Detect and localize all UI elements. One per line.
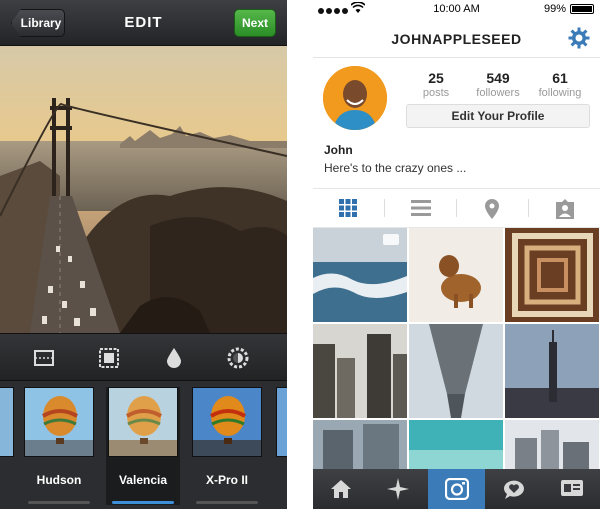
avatar[interactable]: [323, 66, 387, 130]
grid-photo[interactable]: [505, 324, 599, 418]
grid-photo[interactable]: [313, 228, 407, 322]
map-pin-icon: [485, 199, 499, 219]
photo-grid: [313, 228, 600, 469]
grid-photo[interactable]: [409, 228, 503, 322]
balloon-thumbnail: [192, 387, 262, 457]
edit-photo-preview: [0, 46, 287, 333]
home-tab[interactable]: [313, 469, 370, 509]
edit-nav-bar: Library EDIT Next: [0, 0, 287, 46]
grid-view-tab[interactable]: [313, 189, 384, 227]
battery-percent: 99%: [543, 3, 566, 15]
tilt-shift-icon[interactable]: [162, 346, 186, 370]
filter-strip: Hudson Valencia X-Pro II: [0, 381, 287, 509]
edit-profile-button[interactable]: Edit Your Profile: [406, 104, 590, 128]
grid-photo[interactable]: [409, 324, 503, 418]
profile-view-tabs: [313, 188, 600, 228]
activity-tab[interactable]: [485, 469, 542, 509]
filter-hudson[interactable]: Hudson: [22, 387, 96, 505]
filter-valencia[interactable]: Valencia: [106, 387, 180, 505]
profile-bio: Here's to the crazy ones ...: [324, 161, 467, 175]
stat-label: followers: [476, 87, 520, 99]
stat-label: posts: [422, 87, 450, 99]
balloon-thumbnail: [24, 387, 94, 457]
list-view-tab[interactable]: [385, 189, 456, 227]
grid-icon: [339, 199, 357, 217]
filter-indicator: [196, 501, 258, 504]
filter-partial[interactable]: [0, 387, 16, 505]
status-bar: 10:00 AM 99%: [313, 0, 600, 18]
filter-thumbnail: [276, 387, 287, 457]
stat-value: 549: [486, 70, 510, 86]
explore-icon: [387, 478, 409, 500]
lux-icon[interactable]: [226, 346, 250, 370]
filter-label: Valencia: [118, 473, 168, 487]
camera-icon: [445, 478, 469, 500]
border-icon[interactable]: [97, 346, 121, 370]
filter-partial[interactable]: [274, 387, 287, 505]
photos-of-you-tab[interactable]: [529, 189, 600, 227]
battery-icon: [570, 4, 594, 14]
edit-screen: Library EDIT Next Hudson Valencia X-Pro …: [0, 0, 287, 509]
explore-tab[interactable]: [370, 469, 427, 509]
stat-value: 25: [428, 70, 444, 86]
list-icon: [411, 200, 431, 216]
next-button[interactable]: Next: [234, 9, 276, 37]
followers-stat[interactable]: 549 followers: [467, 70, 529, 99]
following-stat[interactable]: 61 following: [529, 70, 591, 99]
filter-label: Hudson: [36, 473, 82, 487]
filter-label: X-Pro II: [205, 473, 248, 487]
stat-value: 61: [552, 70, 568, 86]
profile-username: JOHNAPPLESEED: [391, 31, 522, 47]
filter-indicator: [112, 501, 174, 504]
bottom-tab-bar: [313, 469, 600, 509]
profile-icon: [561, 480, 583, 496]
photos-of-you-icon: [556, 199, 574, 219]
profile-screen: 10:00 AM 99% JOHNAPPLESEED 25 posts 549 …: [313, 0, 600, 509]
home-icon: [331, 480, 351, 498]
filter-indicator: [28, 501, 90, 504]
gear-icon[interactable]: [568, 27, 590, 49]
profile-tab[interactable]: [543, 469, 600, 509]
activity-icon: [503, 480, 524, 499]
grid-photo[interactable]: [313, 324, 407, 418]
profile-stats: 25 posts 549 followers 61 following: [405, 70, 591, 99]
grid-photo[interactable]: [505, 228, 599, 322]
filter-x-pro-ii[interactable]: X-Pro II: [190, 387, 264, 505]
posts-stat[interactable]: 25 posts: [405, 70, 467, 99]
profile-header: JOHNAPPLESEED: [313, 18, 600, 58]
edit-tools-bar: [0, 333, 287, 381]
balloon-thumbnail: [108, 387, 178, 457]
filter-thumbnail: [0, 387, 14, 457]
stat-label: following: [538, 87, 582, 99]
camera-tab[interactable]: [428, 469, 485, 509]
profile-name: John: [324, 143, 353, 157]
map-view-tab[interactable]: [457, 189, 528, 227]
frame-icon[interactable]: [32, 346, 56, 370]
